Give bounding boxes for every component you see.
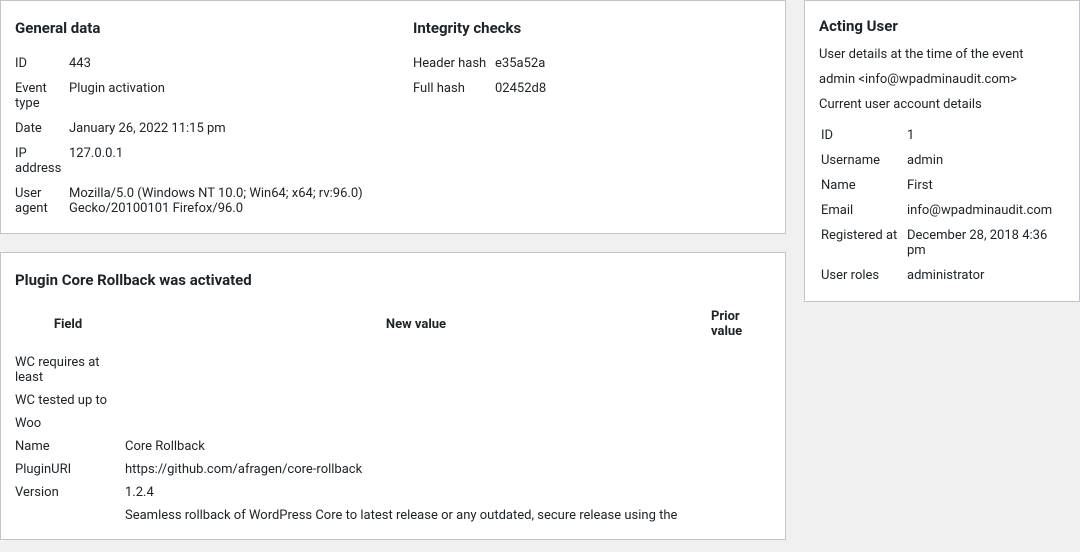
table-row: Event typePlugin activation (15, 76, 373, 116)
row-value: January 26, 2022 11:15 pm (69, 116, 373, 141)
integrity-table: Header hashe35a52aFull hash02452d8 (413, 51, 771, 101)
row-key: ID (821, 124, 905, 147)
row-field: PluginURI (15, 458, 125, 481)
row-prior-value (711, 481, 771, 504)
row-key: User agent (15, 181, 69, 221)
table-row: Registered atDecember 28, 2018 4:36 pm (821, 224, 1063, 262)
row-value: info@wpadminaudit.com (907, 199, 1063, 222)
table-row: Emailinfo@wpadminaudit.com (821, 199, 1063, 222)
plugin-activation-panel: Plugin Core Rollback was activated Field… (0, 252, 786, 540)
table-row: Version1.2.4 (15, 481, 771, 504)
time-of-event-label: User details at the time of the event (819, 47, 1065, 62)
row-prior-value (711, 389, 771, 412)
row-key: ID (15, 51, 69, 76)
row-value: admin (907, 149, 1063, 172)
row-field: WC requires at least (15, 351, 125, 389)
row-field: Woo (15, 412, 125, 435)
column-prior-value: Prior value (711, 303, 771, 351)
acting-user-heading: Acting User (819, 17, 1065, 35)
integrity-checks-heading: Integrity checks (413, 19, 771, 37)
row-new-value (125, 351, 711, 389)
row-new-value: 1.2.4 (125, 481, 711, 504)
row-prior-value (711, 412, 771, 435)
table-row: Header hashe35a52a (413, 51, 771, 76)
column-field: Field (15, 303, 125, 351)
row-value: 1 (907, 124, 1063, 147)
row-key: User roles (821, 264, 905, 287)
table-row: WC requires at least (15, 351, 771, 389)
table-row: NameCore Rollback (15, 435, 771, 458)
table-row: WC tested up to (15, 389, 771, 412)
row-prior-value (711, 435, 771, 458)
row-field (15, 504, 125, 527)
table-row: Seamless rollback of WordPress Core to l… (15, 504, 771, 527)
user-identity: admin <info@wpadminaudit.com> (819, 72, 1065, 87)
general-integrity-panel: General data ID443Event typePlugin activ… (0, 0, 786, 234)
row-value: administrator (907, 264, 1063, 287)
row-value: Mozilla/5.0 (Windows NT 10.0; Win64; x64… (69, 181, 373, 221)
row-new-value: https://github.com/afragen/core-rollback (125, 458, 711, 481)
table-row: IP address127.0.0.1 (15, 141, 373, 181)
table-row: ID1 (821, 124, 1063, 147)
row-new-value (125, 389, 711, 412)
row-key: Date (15, 116, 69, 141)
row-value: First (907, 174, 1063, 197)
plugin-heading: Plugin Core Rollback was activated (15, 271, 771, 289)
row-new-value: Seamless rollback of WordPress Core to l… (125, 504, 711, 527)
table-row: User agentMozilla/5.0 (Windows NT 10.0; … (15, 181, 373, 221)
user-details-table: ID1UsernameadminNameFirstEmailinfo@wpadm… (819, 122, 1065, 289)
row-key: Name (821, 174, 905, 197)
row-value: 02452d8 (495, 76, 771, 101)
table-row: Woo (15, 412, 771, 435)
plugin-table: Field New value Prior value WC requires … (15, 303, 771, 527)
row-key: Full hash (413, 76, 495, 101)
row-key: Registered at (821, 224, 905, 262)
general-data-heading: General data (15, 19, 373, 37)
integrity-checks-section: Integrity checks Header hashe35a52aFull … (413, 13, 771, 221)
row-field: WC tested up to (15, 389, 125, 412)
table-row: User rolesadministrator (821, 264, 1063, 287)
row-value: December 28, 2018 4:36 pm (907, 224, 1063, 262)
table-row: Usernameadmin (821, 149, 1063, 172)
acting-user-panel: Acting User User details at the time of … (804, 0, 1080, 302)
table-row: PluginURIhttps://github.com/afragen/core… (15, 458, 771, 481)
general-data-table: ID443Event typePlugin activationDateJanu… (15, 51, 373, 221)
row-key: Username (821, 149, 905, 172)
row-value: 127.0.0.1 (69, 141, 373, 181)
row-value: e35a52a (495, 51, 771, 76)
row-prior-value (711, 351, 771, 389)
row-value: 443 (69, 51, 373, 76)
row-new-value: Core Rollback (125, 435, 711, 458)
table-row: ID443 (15, 51, 373, 76)
row-prior-value (711, 458, 771, 481)
table-row: NameFirst (821, 174, 1063, 197)
row-field: Name (15, 435, 125, 458)
table-row: DateJanuary 26, 2022 11:15 pm (15, 116, 373, 141)
row-prior-value (711, 504, 771, 527)
row-value: Plugin activation (69, 76, 373, 116)
row-field: Version (15, 481, 125, 504)
current-account-label: Current user account details (819, 97, 1065, 112)
table-row: Full hash02452d8 (413, 76, 771, 101)
row-new-value (125, 412, 711, 435)
general-data-section: General data ID443Event typePlugin activ… (15, 13, 373, 221)
row-key: IP address (15, 141, 69, 181)
row-key: Header hash (413, 51, 495, 76)
row-key: Email (821, 199, 905, 222)
column-new-value: New value (125, 303, 711, 351)
row-key: Event type (15, 76, 69, 116)
